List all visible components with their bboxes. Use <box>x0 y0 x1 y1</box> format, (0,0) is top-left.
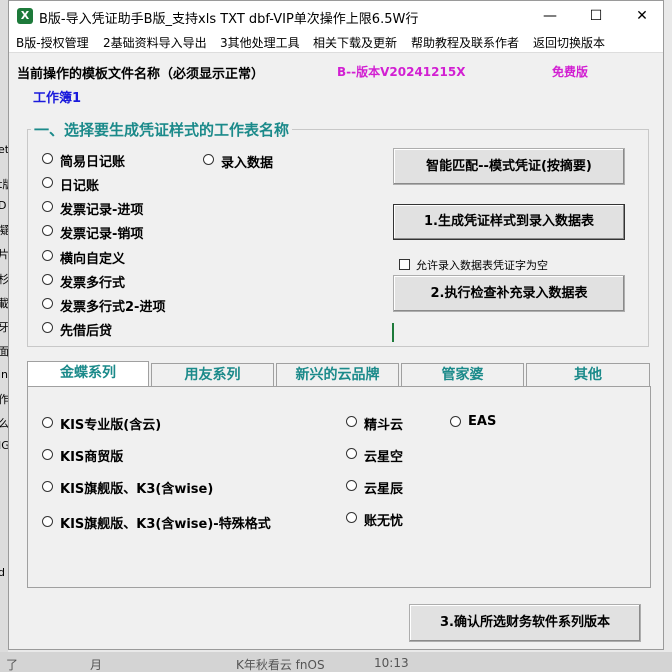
radio-jingdouyun[interactable] <box>346 416 357 427</box>
license-label: 免费版 <box>552 65 589 79</box>
bg-glyph: D <box>0 199 7 212</box>
radio-label: 账无忧 <box>364 514 404 529</box>
radio-label: KIS专业版(含云) <box>60 418 162 433</box>
radio-label: 发票多行式 <box>60 276 126 291</box>
radio-invoice-multiline[interactable] <box>42 274 53 285</box>
smart-match-button[interactable]: 智能匹配--模式凭证(按摘要) <box>393 148 625 185</box>
sheet-select-group-title: 一、选择要生成凭证样式的工作表名称 <box>31 119 293 140</box>
allow-empty-checkbox[interactable] <box>399 259 410 270</box>
bg-glyph: d <box>0 566 5 579</box>
radio-label: KIS旗舰版、K3(含wise)-特殊格式 <box>60 517 271 532</box>
menu-switch-version[interactable]: 返回切换版本 <box>533 34 605 51</box>
radio-invoice-input[interactable] <box>42 201 53 212</box>
bg-taskbar-item: 了 <box>6 658 19 672</box>
background-taskbar: 了 月 K年秋看云 fnOS 10:13 <box>0 652 672 672</box>
radio-yunxingchen[interactable] <box>346 480 357 491</box>
check-entry-button[interactable]: 2.执行检查补充录入数据表 <box>393 275 625 312</box>
radio-journal[interactable] <box>42 177 53 188</box>
radio-zhangwuyou[interactable] <box>346 512 357 523</box>
radio-kis-flagship-special[interactable] <box>42 516 53 527</box>
tab-guanjiapo[interactable]: 管家婆 <box>401 363 524 387</box>
tab-yonyou[interactable]: 用友系列 <box>151 363 274 387</box>
radio-label: 云星辰 <box>364 482 404 497</box>
tab-kingdee[interactable]: 金蝶系列 <box>27 361 149 388</box>
radio-simple-journal[interactable] <box>42 153 53 164</box>
bg-taskbar-item: K年秋看云 fnOS <box>236 658 325 672</box>
radio-label: 精斗云 <box>364 418 404 433</box>
menu-help[interactable]: 帮助教程及联系作者 <box>411 34 519 51</box>
menu-bar: B版-授权管理 2基础资料导入导出 3其他处理工具 相关下载及更新 帮助教程及联… <box>9 31 663 53</box>
bg-taskbar-item: 月 <box>90 658 103 672</box>
radio-label: 日记账 <box>60 179 100 194</box>
version-label: B--版本V20241215X <box>337 65 466 79</box>
menu-downloads[interactable]: 相关下载及更新 <box>313 34 397 51</box>
radio-yunxingkong[interactable] <box>346 448 357 459</box>
confirm-version-button[interactable]: 3.确认所选财务软件系列版本 <box>409 604 641 642</box>
radio-eas[interactable] <box>450 416 461 427</box>
window-title: B版-导入凭证助手B版_支持xls TXT dbf-VIP单次操作上限6.5W行 <box>39 12 419 27</box>
radio-label: 云星空 <box>364 450 404 465</box>
tab-cloud-brands[interactable]: 新兴的云品牌 <box>276 363 399 387</box>
main-window: X B版-导入凭证助手B版_支持xls TXT dbf-VIP单次操作上限6.5… <box>8 0 664 650</box>
radio-kis-flagship-k3[interactable] <box>42 481 53 492</box>
radio-entry-data[interactable] <box>203 154 214 165</box>
close-button[interactable]: ✕ <box>619 1 665 31</box>
menu-basic-data[interactable]: 2基础资料导入导出 <box>103 34 207 51</box>
generate-voucher-button[interactable]: 1.生成凭证样式到录入数据表 <box>393 204 625 240</box>
radio-label: 发票多行式2-进项 <box>60 300 166 315</box>
background-window-edge: et t版 D 凝 片 杉 載 牙 面 in 作 么 IG d <box>0 0 13 672</box>
excel-x-icon: X <box>17 8 33 24</box>
tab-other[interactable]: 其他 <box>526 363 650 387</box>
maximize-button[interactable]: ☐ <box>573 1 619 31</box>
radio-debit-first[interactable] <box>42 322 53 333</box>
title-bar[interactable]: X B版-导入凭证助手B版_支持xls TXT dbf-VIP单次操作上限6.5… <box>9 1 663 31</box>
bg-glyph: in <box>0 368 9 381</box>
progress-indicator <box>392 323 394 342</box>
radio-kis-pro[interactable] <box>42 417 53 428</box>
bg-taskbar-item: 10:13 <box>374 656 409 670</box>
minimize-button[interactable]: — <box>527 1 573 31</box>
menu-other-tools[interactable]: 3其他处理工具 <box>220 34 300 51</box>
radio-label: 简易日记账 <box>60 155 126 170</box>
template-label: 当前操作的模板文件名称（必须显示正常） <box>17 67 265 82</box>
allow-empty-label: 允许录入数据表凭证字为空 <box>416 259 548 272</box>
radio-invoice-multiline-2[interactable] <box>42 298 53 309</box>
radio-horizontal-custom[interactable] <box>42 250 53 261</box>
radio-label: 先借后贷 <box>60 324 113 339</box>
radio-kis-trade[interactable] <box>42 449 53 460</box>
radio-label: KIS商贸版 <box>60 450 124 465</box>
menu-license[interactable]: B版-授权管理 <box>16 34 89 51</box>
workbook-name: 工作簿1 <box>33 91 82 106</box>
radio-label: KIS旗舰版、K3(含wise) <box>60 482 214 497</box>
radio-label: 发票记录-进项 <box>60 203 144 218</box>
radio-invoice-output[interactable] <box>42 225 53 236</box>
radio-label: EAS <box>468 414 497 429</box>
radio-label: 发票记录-销项 <box>60 227 144 242</box>
radio-label: 录入数据 <box>221 156 274 171</box>
radio-label: 横向自定义 <box>60 252 126 267</box>
